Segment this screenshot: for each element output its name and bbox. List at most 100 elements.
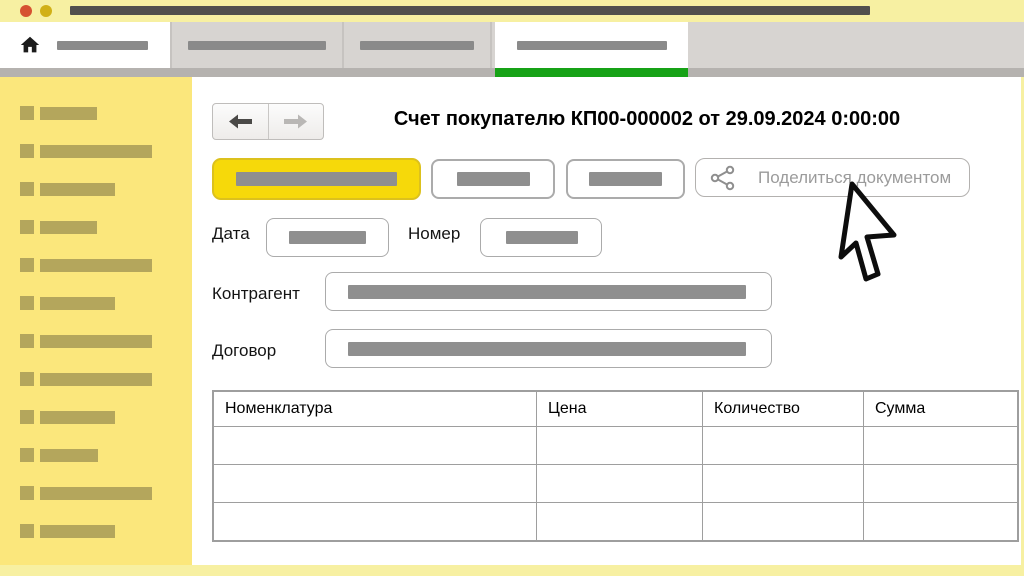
number-label: Номер (408, 224, 460, 244)
contract-field[interactable] (325, 329, 772, 368)
tab-2[interactable] (172, 22, 342, 68)
table-cell[interactable] (864, 465, 1019, 503)
share-document-button[interactable]: Поделиться документом (695, 158, 970, 197)
bullet-icon (20, 258, 34, 272)
sidebar (0, 77, 192, 565)
table-cell[interactable] (703, 427, 864, 465)
document-panel: Счет покупателю КП00-000002 от 29.09.202… (192, 77, 1021, 565)
app-window: Счет покупателю КП00-000002 от 29.09.202… (0, 0, 1024, 576)
sidebar-item[interactable] (0, 220, 192, 234)
tab-bar (0, 22, 1024, 68)
primary-action-button[interactable] (212, 158, 421, 200)
table-row (213, 503, 1018, 542)
tab-invoice-active[interactable] (495, 22, 688, 68)
tab-underline-strip (0, 68, 1024, 77)
number-field[interactable] (480, 218, 602, 257)
counterparty-field[interactable] (325, 272, 772, 311)
page-title: Счет покупателю КП00-000002 от 29.09.202… (322, 108, 972, 131)
button-label-placeholder (236, 172, 397, 186)
sidebar-item[interactable] (0, 106, 192, 120)
menu-label-placeholder (40, 373, 152, 386)
table-cell[interactable] (537, 465, 703, 503)
date-label: Дата (212, 224, 250, 244)
tab-separator (490, 22, 492, 68)
tab-label-placeholder (57, 41, 148, 50)
table-row (213, 427, 1018, 465)
tab-label-placeholder (517, 41, 667, 50)
arrow-right-icon (282, 113, 310, 130)
table-cell[interactable] (864, 503, 1019, 542)
items-table-head: НоменклатураЦенаКоличествоСумма (213, 391, 1018, 427)
window-dot-gold-icon[interactable] (40, 5, 52, 17)
bullet-icon (20, 372, 34, 386)
sidebar-item[interactable] (0, 524, 192, 538)
menu-label-placeholder (40, 145, 152, 158)
counterparty-label: Контрагент (212, 284, 300, 304)
table-cell[interactable] (537, 503, 703, 542)
bullet-icon (20, 182, 34, 196)
sidebar-item[interactable] (0, 410, 192, 424)
sidebar-item[interactable] (0, 448, 192, 462)
menu-label-placeholder (40, 107, 97, 120)
column-header[interactable]: Количество (703, 391, 864, 427)
menu-label-placeholder (40, 487, 152, 500)
bullet-icon (20, 144, 34, 158)
table-cell[interactable] (213, 503, 537, 542)
tab-label-placeholder (360, 41, 474, 50)
table-header-row: НоменклатураЦенаКоличествоСумма (213, 391, 1018, 427)
bullet-icon (20, 296, 34, 310)
column-header[interactable]: Номенклатура (213, 391, 537, 427)
table-cell[interactable] (864, 427, 1019, 465)
table-cell[interactable] (213, 427, 537, 465)
active-tab-indicator (495, 68, 688, 77)
table-cell[interactable] (703, 503, 864, 542)
column-header[interactable]: Цена (537, 391, 703, 427)
window-title-placeholder (70, 6, 870, 15)
window-top-bar (0, 0, 1024, 22)
table-cell[interactable] (537, 427, 703, 465)
secondary-button-1[interactable] (431, 159, 555, 199)
table-cell[interactable] (213, 465, 537, 503)
menu-label-placeholder (40, 335, 152, 348)
table-cell[interactable] (703, 465, 864, 503)
tab-label-placeholder (188, 41, 326, 50)
button-label-placeholder (457, 172, 530, 186)
tab-home[interactable] (0, 22, 170, 68)
field-value-placeholder (348, 342, 746, 356)
menu-label-placeholder (40, 525, 115, 538)
menu-label-placeholder (40, 183, 115, 196)
menu-label-placeholder (40, 449, 98, 462)
tab-3[interactable] (344, 22, 490, 68)
back-button[interactable] (213, 104, 269, 139)
column-header[interactable]: Сумма (864, 391, 1019, 427)
home-icon (19, 34, 41, 56)
button-label-placeholder (589, 172, 662, 186)
forward-button[interactable] (269, 104, 324, 139)
bullet-icon (20, 220, 34, 234)
sidebar-item[interactable] (0, 144, 192, 158)
bullet-icon (20, 410, 34, 424)
sidebar-item[interactable] (0, 334, 192, 348)
sidebar-item[interactable] (0, 486, 192, 500)
share-icon (710, 164, 736, 192)
menu-label-placeholder (40, 259, 152, 272)
sidebar-item[interactable] (0, 182, 192, 196)
sidebar-item[interactable] (0, 372, 192, 386)
history-nav (212, 103, 324, 140)
sidebar-item[interactable] (0, 296, 192, 310)
contract-label: Договор (212, 341, 276, 361)
bullet-icon (20, 524, 34, 538)
secondary-button-2[interactable] (566, 159, 685, 199)
table-row (213, 465, 1018, 503)
menu-label-placeholder (40, 411, 115, 424)
bullet-icon (20, 106, 34, 120)
field-value-placeholder (348, 285, 746, 299)
bullet-icon (20, 334, 34, 348)
field-value-placeholder (289, 231, 366, 244)
bullet-icon (20, 486, 34, 500)
items-table-body (213, 427, 1018, 542)
window-dot-red-icon[interactable] (20, 5, 32, 17)
date-field[interactable] (266, 218, 389, 257)
sidebar-item[interactable] (0, 258, 192, 272)
items-table: НоменклатураЦенаКоличествоСумма (212, 390, 1019, 542)
